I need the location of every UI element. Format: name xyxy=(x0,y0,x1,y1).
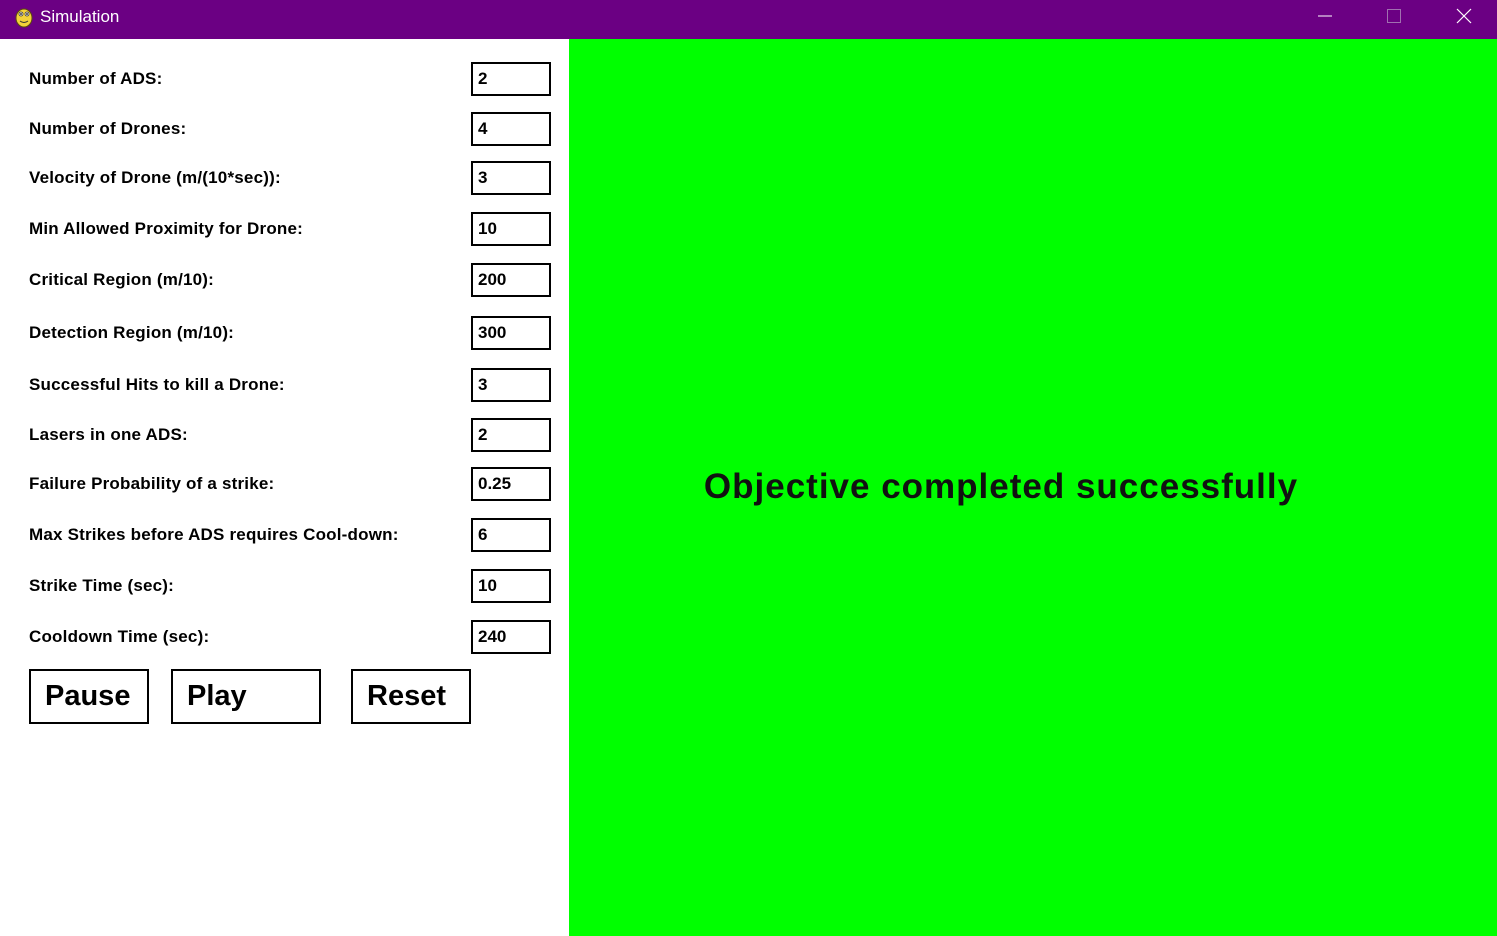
label-number-of-drones: Number of Drones: xyxy=(29,119,187,138)
close-icon xyxy=(1456,8,1472,24)
label-number-of-ads: Number of ADS: xyxy=(29,69,163,88)
maximize-button[interactable] xyxy=(1371,0,1417,32)
settings-panel: Number of ADS: Number of Drones: Velocit… xyxy=(0,39,569,936)
label-critical-region: Critical Region (m/10): xyxy=(29,270,215,289)
label-hits-to-kill: Successful Hits to kill a Drone: xyxy=(29,375,285,394)
label-max-strikes: Max Strikes before ADS requires Cool-dow… xyxy=(29,525,399,544)
number-of-ads-input[interactable] xyxy=(471,62,551,96)
window-title: Simulation xyxy=(40,7,120,26)
pygame-snake-icon xyxy=(15,8,33,28)
min-proximity-input[interactable] xyxy=(471,212,551,246)
play-button[interactable]: Play xyxy=(171,669,321,724)
label-strike-time: Strike Time (sec): xyxy=(29,576,175,595)
label-cooldown-time: Cooldown Time (sec): xyxy=(29,627,210,646)
label-drone-velocity: Velocity of Drone (m/(10*sec)): xyxy=(29,168,281,187)
number-of-drones-input[interactable] xyxy=(471,112,551,146)
label-detection-region: Detection Region (m/10): xyxy=(29,323,235,342)
pause-button[interactable]: Pause xyxy=(29,669,149,724)
minimize-icon xyxy=(1318,15,1332,17)
lasers-per-ads-input[interactable] xyxy=(471,418,551,452)
close-button[interactable] xyxy=(1441,0,1487,32)
label-failure-probability: Failure Probability of a strike: xyxy=(29,474,275,493)
reset-button[interactable]: Reset xyxy=(351,669,471,724)
strike-time-input[interactable] xyxy=(471,569,551,603)
maximize-icon xyxy=(1387,9,1401,23)
simulation-canvas: Objective completed successfully xyxy=(569,39,1497,936)
minimize-button[interactable] xyxy=(1302,0,1348,32)
hits-to-kill-input[interactable] xyxy=(471,368,551,402)
drone-velocity-input[interactable] xyxy=(471,161,551,195)
critical-region-input[interactable] xyxy=(471,263,551,297)
label-min-proximity: Min Allowed Proximity for Drone: xyxy=(29,219,304,238)
max-strikes-input[interactable] xyxy=(471,518,551,552)
detection-region-input[interactable] xyxy=(471,316,551,350)
title-bar: Simulation xyxy=(0,0,1497,39)
label-lasers-per-ads: Lasers in one ADS: xyxy=(29,425,188,444)
status-message: Objective completed successfully xyxy=(703,467,1299,506)
cooldown-time-input[interactable] xyxy=(471,620,551,654)
